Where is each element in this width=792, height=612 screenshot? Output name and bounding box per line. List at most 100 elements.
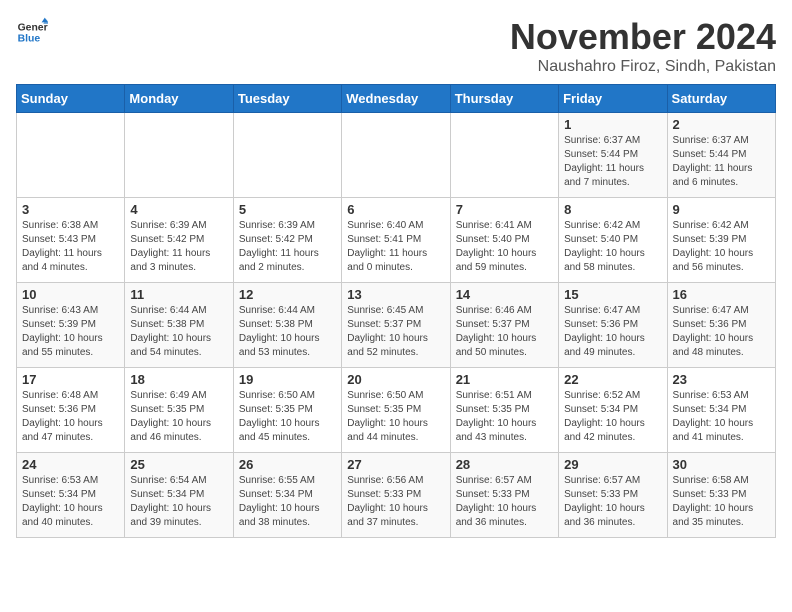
day-info: Sunrise: 6:37 AM Sunset: 5:44 PM Dayligh…	[673, 134, 770, 190]
calendar-week-row: 24 Sunrise: 6:53 AM Sunset: 5:34 PM Dayli…	[17, 453, 776, 538]
day-info: Sunrise: 6:54 AM Sunset: 5:34 PM Dayligh…	[130, 474, 227, 530]
day-number: 7	[456, 202, 553, 217]
calendar-header-row: SundayMondayTuesdayWednesdayThursdayFrid…	[17, 85, 776, 113]
calendar-cell: 25 Sunrise: 6:54 AM Sunset: 5:34 PM Dayli…	[125, 453, 233, 538]
day-number: 27	[347, 457, 444, 472]
weekday-header: Tuesday	[233, 85, 341, 113]
day-number: 1	[564, 117, 661, 132]
calendar-cell: 10 Sunrise: 6:43 AM Sunset: 5:39 PM Dayli…	[17, 283, 125, 368]
day-info: Sunrise: 6:38 AM Sunset: 5:43 PM Dayligh…	[22, 219, 119, 275]
calendar-cell	[342, 113, 450, 198]
calendar-cell: 30 Sunrise: 6:58 AM Sunset: 5:33 PM Dayli…	[667, 453, 775, 538]
day-number: 6	[347, 202, 444, 217]
day-number: 11	[130, 287, 227, 302]
day-info: Sunrise: 6:46 AM Sunset: 5:37 PM Dayligh…	[456, 304, 553, 360]
day-info: Sunrise: 6:39 AM Sunset: 5:42 PM Dayligh…	[130, 219, 227, 275]
day-info: Sunrise: 6:58 AM Sunset: 5:33 PM Dayligh…	[673, 474, 770, 530]
calendar-cell: 18 Sunrise: 6:49 AM Sunset: 5:35 PM Dayli…	[125, 368, 233, 453]
day-number: 28	[456, 457, 553, 472]
calendar-cell	[450, 113, 558, 198]
header: General Blue November 2024 Naushahro Fir…	[16, 16, 776, 76]
calendar-cell: 5 Sunrise: 6:39 AM Sunset: 5:42 PM Daylig…	[233, 198, 341, 283]
calendar-cell: 22Sunrise: 6:52 AM Sunset: 5:34 PM Dayli…	[559, 368, 667, 453]
calendar-cell: 9Sunrise: 6:42 AM Sunset: 5:39 PM Daylig…	[667, 198, 775, 283]
calendar-week-row: 17 Sunrise: 6:48 AM Sunset: 5:36 PM Dayli…	[17, 368, 776, 453]
calendar-cell: 2Sunrise: 6:37 AM Sunset: 5:44 PM Daylig…	[667, 113, 775, 198]
calendar-cell: 21 Sunrise: 6:51 AM Sunset: 5:35 PM Dayli…	[450, 368, 558, 453]
calendar-cell: 4 Sunrise: 6:39 AM Sunset: 5:42 PM Daylig…	[125, 198, 233, 283]
calendar-cell: 1Sunrise: 6:37 AM Sunset: 5:44 PM Daylig…	[559, 113, 667, 198]
weekday-header: Friday	[559, 85, 667, 113]
svg-text:General: General	[18, 22, 48, 33]
day-info: Sunrise: 6:47 AM Sunset: 5:36 PM Dayligh…	[564, 304, 661, 360]
day-number: 18	[130, 372, 227, 387]
day-number: 14	[456, 287, 553, 302]
day-number: 8	[564, 202, 661, 217]
day-number: 17	[22, 372, 119, 387]
day-number: 22	[564, 372, 661, 387]
calendar-cell: 7 Sunrise: 6:41 AM Sunset: 5:40 PM Daylig…	[450, 198, 558, 283]
calendar-cell: 11 Sunrise: 6:44 AM Sunset: 5:38 PM Dayli…	[125, 283, 233, 368]
day-number: 9	[673, 202, 770, 217]
calendar-cell	[17, 113, 125, 198]
calendar-table: SundayMondayTuesdayWednesdayThursdayFrid…	[16, 84, 776, 538]
day-info: Sunrise: 6:51 AM Sunset: 5:35 PM Dayligh…	[456, 389, 553, 445]
day-info: Sunrise: 6:53 AM Sunset: 5:34 PM Dayligh…	[22, 474, 119, 530]
calendar-cell: 29Sunrise: 6:57 AM Sunset: 5:33 PM Dayli…	[559, 453, 667, 538]
calendar-week-row: 3 Sunrise: 6:38 AM Sunset: 5:43 PM Daylig…	[17, 198, 776, 283]
day-number: 20	[347, 372, 444, 387]
day-info: Sunrise: 6:48 AM Sunset: 5:36 PM Dayligh…	[22, 389, 119, 445]
logo: General Blue	[16, 16, 48, 48]
calendar-title: November 2024	[510, 16, 776, 58]
calendar-cell: 8 Sunrise: 6:42 AM Sunset: 5:40 PM Daylig…	[559, 198, 667, 283]
day-number: 12	[239, 287, 336, 302]
day-number: 25	[130, 457, 227, 472]
day-info: Sunrise: 6:42 AM Sunset: 5:40 PM Dayligh…	[564, 219, 661, 275]
svg-text:Blue: Blue	[18, 34, 41, 45]
calendar-week-row: 10 Sunrise: 6:43 AM Sunset: 5:39 PM Dayli…	[17, 283, 776, 368]
calendar-cell: 24 Sunrise: 6:53 AM Sunset: 5:34 PM Dayli…	[17, 453, 125, 538]
day-number: 30	[673, 457, 770, 472]
calendar-cell: 19 Sunrise: 6:50 AM Sunset: 5:35 PM Dayli…	[233, 368, 341, 453]
weekday-header: Monday	[125, 85, 233, 113]
calendar-cell: 15 Sunrise: 6:47 AM Sunset: 5:36 PM Dayli…	[559, 283, 667, 368]
day-number: 26	[239, 457, 336, 472]
calendar-cell: 16Sunrise: 6:47 AM Sunset: 5:36 PM Dayli…	[667, 283, 775, 368]
calendar-cell: 17 Sunrise: 6:48 AM Sunset: 5:36 PM Dayli…	[17, 368, 125, 453]
calendar-cell	[233, 113, 341, 198]
calendar-cell: 20 Sunrise: 6:50 AM Sunset: 5:35 PM Dayli…	[342, 368, 450, 453]
day-number: 3	[22, 202, 119, 217]
day-info: Sunrise: 6:56 AM Sunset: 5:33 PM Dayligh…	[347, 474, 444, 530]
day-number: 21	[456, 372, 553, 387]
day-number: 19	[239, 372, 336, 387]
weekday-header: Thursday	[450, 85, 558, 113]
day-info: Sunrise: 6:49 AM Sunset: 5:35 PM Dayligh…	[130, 389, 227, 445]
day-number: 24	[22, 457, 119, 472]
day-info: Sunrise: 6:44 AM Sunset: 5:38 PM Dayligh…	[130, 304, 227, 360]
day-info: Sunrise: 6:44 AM Sunset: 5:38 PM Dayligh…	[239, 304, 336, 360]
day-number: 5	[239, 202, 336, 217]
logo-icon: General Blue	[16, 16, 48, 48]
day-info: Sunrise: 6:55 AM Sunset: 5:34 PM Dayligh…	[239, 474, 336, 530]
title-section: November 2024 Naushahro Firoz, Sindh, Pa…	[510, 16, 776, 76]
calendar-cell	[125, 113, 233, 198]
calendar-body: 1 Sunrise: 6:37 AM Sunset: 5:44 PM Daylig…	[17, 113, 776, 538]
day-info: Sunrise: 6:57 AM Sunset: 5:33 PM Dayligh…	[456, 474, 553, 530]
day-number: 4	[130, 202, 227, 217]
day-info: Sunrise: 6:50 AM Sunset: 5:35 PM Dayligh…	[347, 389, 444, 445]
calendar-cell: 13Sunrise: 6:45 AM Sunset: 5:37 PM Dayli…	[342, 283, 450, 368]
day-info: Sunrise: 6:43 AM Sunset: 5:39 PM Dayligh…	[22, 304, 119, 360]
day-number: 15	[564, 287, 661, 302]
day-info: Sunrise: 6:50 AM Sunset: 5:35 PM Dayligh…	[239, 389, 336, 445]
day-info: Sunrise: 6:53 AM Sunset: 5:34 PM Dayligh…	[673, 389, 770, 445]
day-info: Sunrise: 6:39 AM Sunset: 5:42 PM Dayligh…	[239, 219, 336, 275]
day-info: Sunrise: 6:41 AM Sunset: 5:40 PM Dayligh…	[456, 219, 553, 275]
day-number: 10	[22, 287, 119, 302]
day-info: Sunrise: 6:57 AM Sunset: 5:33 PM Dayligh…	[564, 474, 661, 530]
calendar-cell: 28 Sunrise: 6:57 AM Sunset: 5:33 PM Dayli…	[450, 453, 558, 538]
weekday-header: Wednesday	[342, 85, 450, 113]
day-info: Sunrise: 6:45 AM Sunset: 5:37 PM Dayligh…	[347, 304, 444, 360]
calendar-cell: 26 Sunrise: 6:55 AM Sunset: 5:34 PM Dayli…	[233, 453, 341, 538]
calendar-cell: 23Sunrise: 6:53 AM Sunset: 5:34 PM Dayli…	[667, 368, 775, 453]
day-info: Sunrise: 6:47 AM Sunset: 5:36 PM Dayligh…	[673, 304, 770, 360]
